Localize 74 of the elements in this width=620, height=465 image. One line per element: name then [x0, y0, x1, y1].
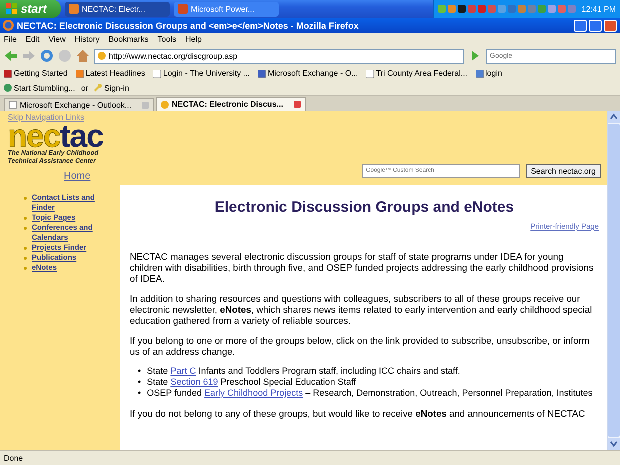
bookmark-icon: [366, 70, 374, 78]
browser-tab[interactable]: NECTAC: Electronic Discus...: [156, 97, 306, 111]
scroll-up-icon[interactable]: [608, 111, 620, 123]
site-icon: [161, 100, 169, 108]
scroll-down-icon[interactable]: [608, 438, 620, 450]
group-link[interactable]: Part C: [170, 366, 196, 376]
paragraph: In addition to sharing resources and questions with colleagues, subscribers to all of these groups receive our electronic newsletter, eNotes, which shares news items related to early intervention and early childhood special education gathered from a variety of reliable sources.: [130, 293, 594, 326]
page-heading: Electronic Discussion Groups and eNotes: [214, 199, 516, 216]
menu-item[interactable]: Tools: [158, 35, 176, 44]
tab-close-icon[interactable]: [142, 102, 149, 108]
bullet-icon: [24, 217, 27, 220]
menu-item[interactable]: History: [74, 35, 100, 44]
bullet-icon: •: [138, 377, 142, 388]
bookmark-icon: [76, 70, 84, 78]
address-field[interactable]: http://www.nectac.org/discgroup.asp: [94, 48, 464, 64]
bookmark-icon: [476, 70, 484, 78]
bookmark-item[interactable]: Latest Headlines: [76, 69, 146, 78]
home-link[interactable]: Home: [64, 171, 91, 182]
clock: 12:41 PM: [582, 4, 616, 14]
menu-item[interactable]: View: [48, 35, 66, 44]
menu-item[interactable]: File: [4, 35, 17, 44]
app-icon: [178, 4, 188, 14]
taskbar-button[interactable]: NECTAC: Electr...: [65, 2, 170, 16]
menu-item[interactable]: Edit: [26, 35, 40, 44]
group-link[interactable]: Early Childhood Projects: [204, 388, 304, 398]
paragraph: If you belong to one or more of the groups below, click on the link provided to subscribe, unsubscribe, or inform us of an address change.: [130, 335, 591, 357]
bookmark-icon: [4, 70, 12, 78]
or-label: or: [81, 84, 88, 92]
globe-icon: [4, 84, 12, 92]
maximize-button[interactable]: [589, 20, 602, 32]
home-icon[interactable]: [76, 49, 90, 63]
windows-logo-icon: [6, 3, 18, 15]
bullet-icon: [24, 257, 27, 260]
list-item: OSEP funded Early Childhood Projects – Research, Demonstration, Outreach, Personnel Preparation, Institutes: [147, 388, 593, 399]
window-title: NECTAC: Electronic Discussion Groups and <em>e</em>Notes - Mozilla Firefox: [17, 20, 359, 30]
bullet-icon: [24, 247, 27, 250]
back-arrow-icon[interactable]: [4, 49, 18, 63]
menu-item[interactable]: Help: [185, 35, 202, 44]
bullet-icon: [24, 197, 27, 200]
bookmark-icon: [153, 70, 162, 78]
page-icon: [9, 101, 17, 109]
menu-item[interactable]: Bookmarks: [108, 35, 149, 44]
sign-in-button[interactable]: Sign-in: [94, 84, 130, 92]
reload-icon[interactable]: [40, 49, 54, 63]
paragraph: If you do not belong to any of these groups, but would like to receive eNotes and announcements of NECTAC: [130, 408, 586, 419]
browser-tab[interactable]: Microsoft Exchange - Outlook...: [4, 98, 154, 111]
bullet-icon: •: [138, 366, 142, 377]
close-button[interactable]: [604, 20, 617, 32]
taskbar-button[interactable]: Microsoft Power...: [174, 2, 280, 16]
bookmark-item[interactable]: Tri County Area Federal...: [366, 69, 468, 78]
bookmark-icon: [258, 70, 266, 78]
forward-arrow-icon[interactable]: [22, 49, 36, 63]
stop-icon[interactable]: [58, 49, 72, 63]
stumble-button[interactable]: Start Stumbling...: [4, 84, 76, 92]
app-icon: [69, 4, 80, 14]
tab-close-icon[interactable]: [294, 101, 301, 108]
group-link[interactable]: Section 619: [170, 377, 218, 387]
bullet-icon: •: [138, 388, 142, 399]
site-icon: [98, 52, 106, 60]
minimize-button[interactable]: [574, 20, 587, 32]
browser-icon: [3, 20, 14, 31]
search-button[interactable]: Search nectac.org: [526, 164, 601, 178]
paragraph: NECTAC manages several electronic discussion groups for staff of state programs under IDEA for young children with disabilities, birth through five, and OSEP funded projects addressing the early childhood provisions of IDEA.: [130, 251, 595, 284]
list-item: State Section 619 Preschool Special Education Staff: [147, 377, 356, 388]
bullet-icon: [24, 267, 27, 270]
status-text: Done: [0, 450, 620, 465]
list-item: State Part C Infants and Toddlers Program staff, including ICC chairs and staff.: [147, 366, 460, 377]
bookmark-item[interactable]: Login - The University ...: [153, 69, 250, 78]
bookmark-item[interactable]: Getting Started: [4, 69, 68, 78]
bookmark-item[interactable]: login: [476, 69, 502, 78]
bullet-icon: [24, 227, 27, 230]
key-icon: [94, 84, 102, 92]
nectac-logo: nectac: [8, 122, 104, 150]
bookmark-item[interactable]: Microsoft Exchange - O...: [258, 69, 358, 78]
